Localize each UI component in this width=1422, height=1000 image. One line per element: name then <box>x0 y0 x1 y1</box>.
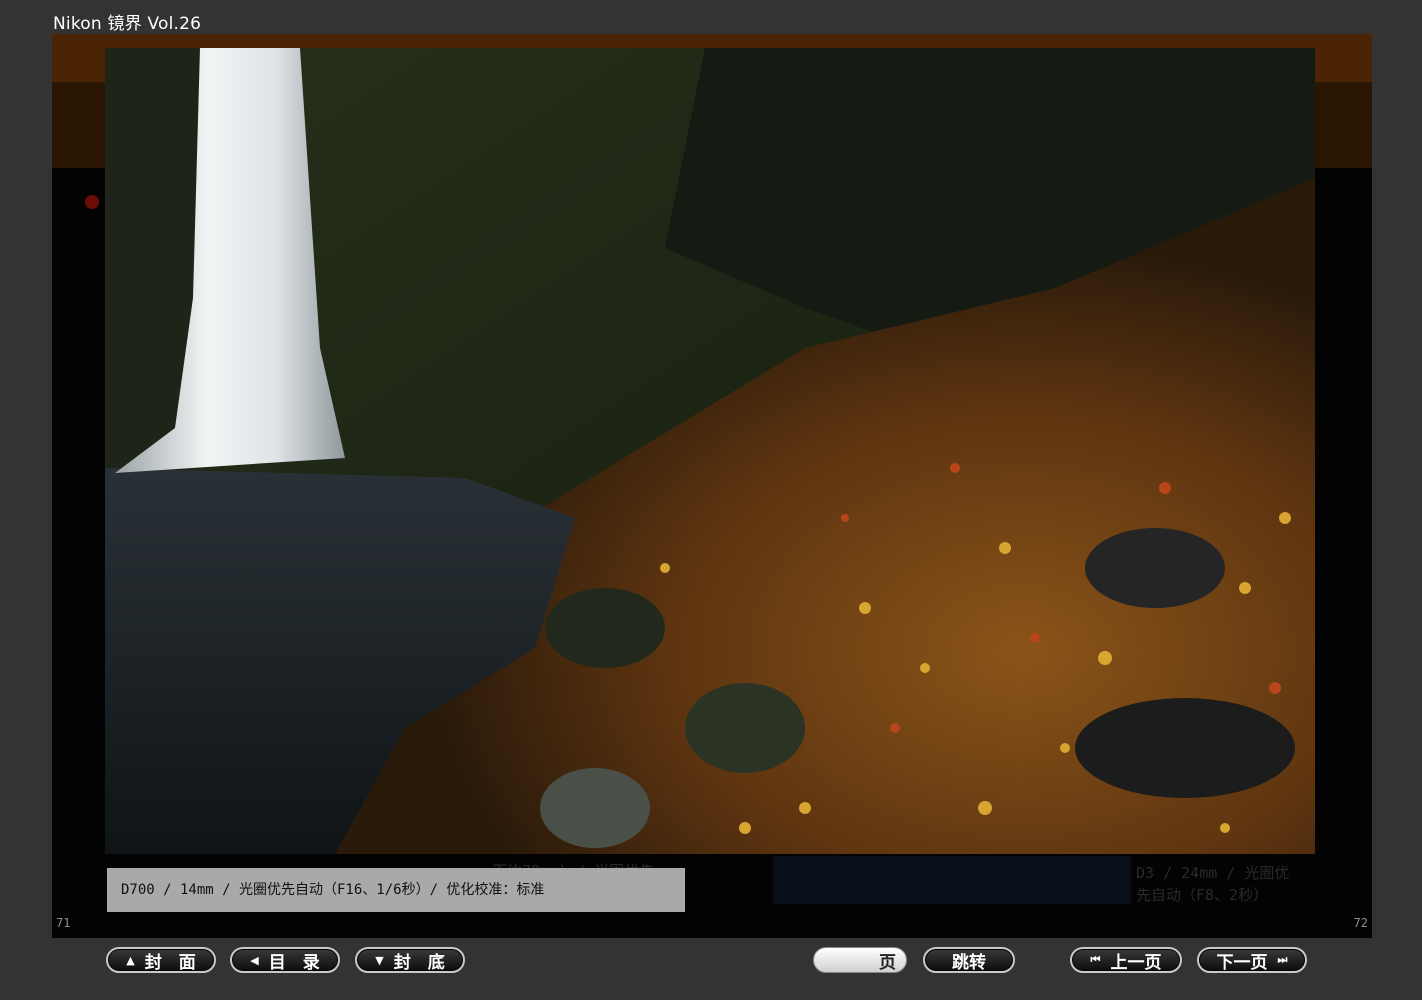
window-title: Nikon 镜界 Vol.26 <box>53 14 202 34</box>
photo-image <box>105 48 1315 854</box>
background-photo-strip <box>773 856 1131 904</box>
toc-button[interactable]: ◀ 目 录 <box>230 947 340 973</box>
triangle-left-icon: ◀ <box>250 953 259 967</box>
prev-page-label: 上一页 <box>1110 952 1162 973</box>
right-page-number: 72 <box>1353 916 1368 930</box>
left-page-number: 71 <box>56 916 71 930</box>
next-page-button[interactable]: 下一页 ⏭ <box>1197 947 1307 973</box>
triangle-up-icon: ▲ <box>126 953 135 967</box>
jump-button-label: 跳转 <box>952 952 986 973</box>
jump-button[interactable]: 跳转 <box>923 947 1015 973</box>
bg-caption-right-line2: 先自动（F8、2秒） <box>1136 886 1269 904</box>
magazine-spread: 下约78mm) / 光圈优先 D3 / 24mm / 光圈优 先自动（F8、2秒… <box>52 34 1372 938</box>
prev-page-button[interactable]: ⏮ 上一页 <box>1070 947 1182 973</box>
cover-button[interactable]: ▲ 封 面 <box>106 947 216 973</box>
next-page-label: 下一页 <box>1216 952 1268 973</box>
toc-button-label: 目 录 <box>268 952 320 973</box>
bg-caption-right-line1: D3 / 24mm / 光圈优 <box>1136 864 1290 882</box>
waterfall-photo <box>105 48 1315 854</box>
back-cover-button[interactable]: ▼ 封 底 <box>355 947 465 973</box>
back-cover-button-label: 封 底 <box>393 952 445 973</box>
triangle-down-icon: ▼ <box>375 953 384 967</box>
cover-button-label: 封 面 <box>144 952 196 973</box>
page-suffix: 页 <box>879 952 896 973</box>
skip-back-icon: ⏮ <box>1090 953 1101 966</box>
skip-forward-icon: ⏭ <box>1277 953 1288 966</box>
page-number-input[interactable]: 页 <box>813 947 907 973</box>
photo-caption: D700 / 14mm / 光圈优先自动（F16、1/6秒）/ 优化校准：标准 <box>107 868 685 912</box>
bullet-dot <box>85 195 99 209</box>
